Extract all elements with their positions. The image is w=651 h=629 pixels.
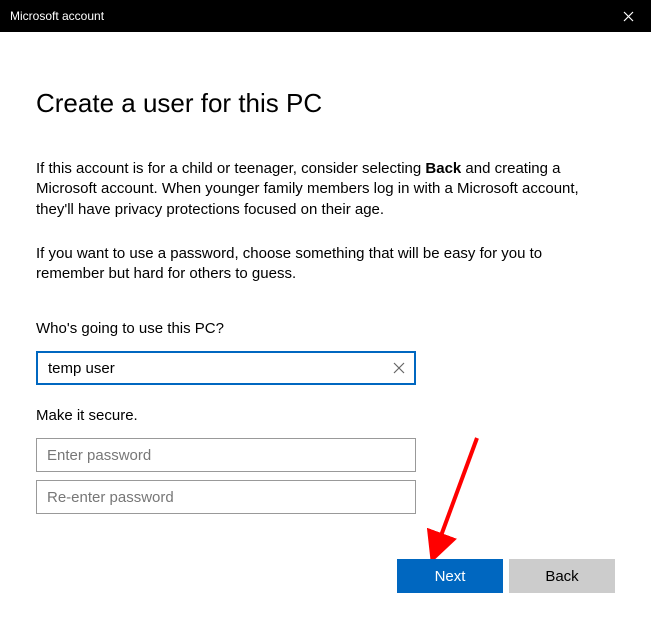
page-title: Create a user for this PC	[36, 88, 615, 119]
secure-label: Make it secure.	[36, 407, 615, 424]
x-icon	[393, 362, 405, 374]
footer-buttons: Next Back	[397, 559, 615, 593]
reenter-password-input[interactable]	[36, 480, 416, 514]
username-input-wrap	[36, 351, 416, 385]
desc-bold: Back	[425, 160, 461, 177]
close-icon	[623, 11, 634, 22]
clear-input-button[interactable]	[384, 353, 414, 383]
desc-pre: If this account is for a child or teenag…	[36, 160, 425, 177]
titlebar: Microsoft account	[0, 0, 651, 32]
username-input[interactable]	[36, 351, 416, 385]
who-label: Who's going to use this PC?	[36, 320, 615, 337]
next-button[interactable]: Next	[397, 559, 503, 593]
content-area: Create a user for this PC If this accoun…	[0, 32, 651, 514]
back-button[interactable]: Back	[509, 559, 615, 593]
window-title: Microsoft account	[10, 9, 104, 23]
password-input[interactable]	[36, 438, 416, 472]
close-button[interactable]	[605, 0, 651, 32]
description-1: If this account is for a child or teenag…	[36, 159, 611, 220]
description-2: If you want to use a password, choose so…	[36, 244, 611, 285]
